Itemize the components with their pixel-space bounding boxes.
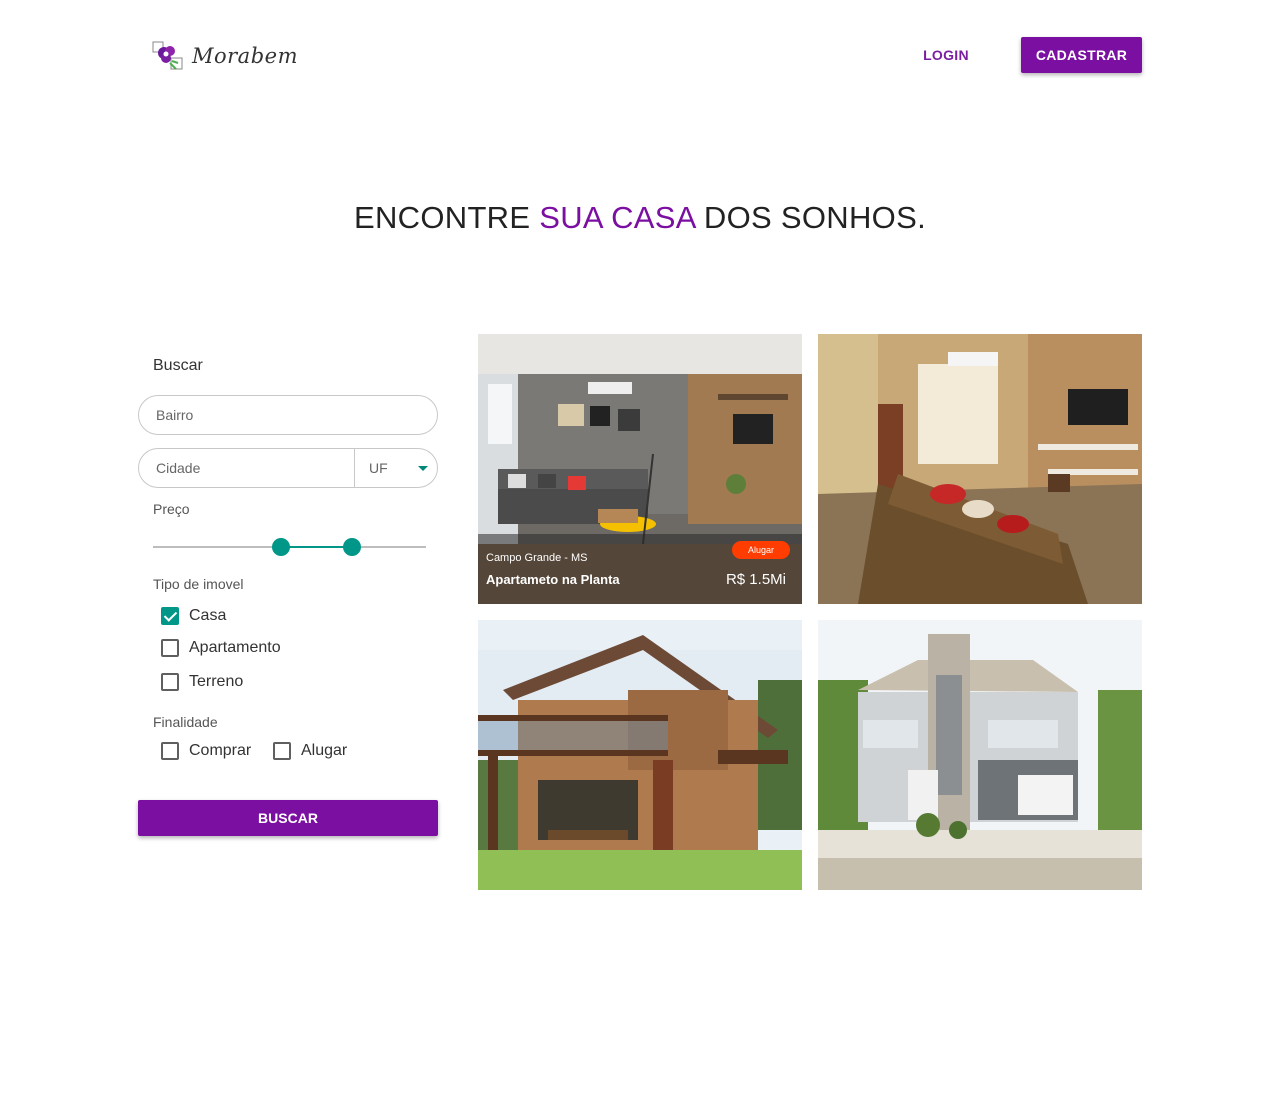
uf-select[interactable]: UF [355, 449, 437, 487]
checkbox-box[interactable] [273, 742, 291, 760]
bairro-field-wrapper [138, 395, 438, 435]
cidade-uf-row: UF [138, 448, 438, 488]
checkbox-comprar[interactable]: Comprar [161, 742, 251, 760]
cidade-field-wrapper [139, 449, 355, 487]
cidade-input[interactable] [139, 449, 354, 487]
checkbox-apartamento[interactable]: Apartamento [161, 639, 281, 657]
login-button[interactable]: LOGIN [906, 37, 986, 73]
checkbox-label: Comprar [189, 742, 252, 759]
checkbox-casa[interactable]: Casa [161, 607, 226, 625]
checkbox-box[interactable] [161, 673, 179, 691]
price-range-slider[interactable] [153, 538, 426, 556]
checkbox-label: Alugar [301, 742, 348, 759]
signup-button[interactable]: CADASTRAR [1021, 37, 1142, 73]
listing-location: Campo Grande - MS [486, 552, 588, 564]
listing-purpose-badge: Alugar [732, 541, 790, 559]
slider-thumb-max[interactable] [343, 538, 362, 556]
listing-card[interactable] [818, 620, 1142, 890]
checkbox-label: Casa [189, 607, 227, 624]
listing-card[interactable]: Campo Grande - MS Apartameto na Planta A… [478, 334, 802, 604]
purpose-label: Finalidade [153, 714, 218, 730]
checkbox-label: Terreno [189, 673, 244, 690]
checkbox-box[interactable] [161, 639, 179, 657]
hero-text-accent: SUA CASA [539, 200, 696, 235]
modern-house-photo [818, 620, 1142, 890]
price-label: Preço [153, 501, 190, 517]
hero-heading: ENCONTRE SUA CASA DOS SONHOS. [0, 200, 1280, 236]
bairro-input[interactable] [139, 396, 437, 434]
sofa-room-photo [818, 334, 1142, 604]
checkbox-terreno[interactable]: Terreno [161, 673, 243, 691]
search-button[interactable]: BUSCAR [138, 800, 438, 836]
slider-thumb-min[interactable] [272, 538, 291, 556]
checkbox-box[interactable] [161, 742, 179, 760]
listing-price: R$ 1.5Mi [725, 571, 786, 588]
listing-title: Apartameto na Planta [486, 572, 620, 587]
logo-text: Morabem [192, 44, 298, 68]
uf-select-value: UF [369, 460, 388, 476]
brick-house-photo [478, 620, 802, 890]
listing-card[interactable] [478, 620, 802, 890]
caret-down-icon [418, 466, 428, 471]
search-title: Buscar [153, 357, 203, 374]
property-type-label: Tipo de imovel [153, 576, 244, 592]
hero-text-start: ENCONTRE [354, 200, 540, 235]
checkbox-box[interactable] [161, 607, 179, 625]
checkbox-label: Apartamento [189, 639, 281, 656]
hero-text-end: DOS SONHOS. [695, 200, 926, 235]
logo[interactable]: Morabem [152, 40, 298, 72]
flower-logo-icon [152, 41, 184, 71]
checkbox-alugar[interactable]: Alugar [273, 742, 347, 760]
slider-selected-range [281, 546, 353, 548]
top-header: Morabem LOGIN CADASTRAR [0, 0, 1280, 110]
listing-card[interactable] [818, 334, 1142, 604]
listing-overlay: Campo Grande - MS Apartameto na Planta A… [478, 534, 802, 604]
